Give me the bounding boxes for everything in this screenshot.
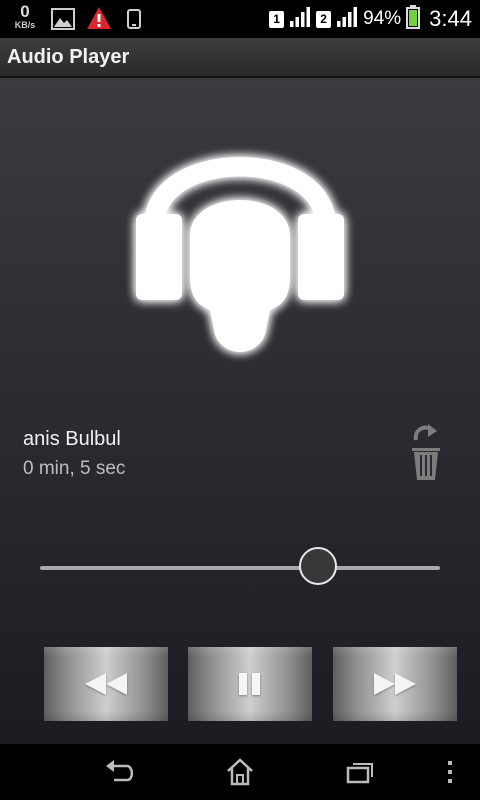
action-bar: Audio Player — [0, 38, 480, 78]
delete-track-button[interactable] — [404, 422, 448, 484]
rewind-icon — [85, 673, 127, 695]
battery-icon — [406, 4, 421, 34]
fast-forward-button[interactable] — [333, 647, 457, 721]
sim2-badge: 2 — [316, 10, 332, 28]
signal-icon — [289, 6, 311, 32]
network-speed-unit: KB/s — [14, 20, 36, 30]
recent-apps-icon — [346, 763, 373, 784]
back-button[interactable] — [102, 756, 138, 788]
image-notification-icon — [51, 8, 75, 35]
more-vertical-icon — [448, 761, 452, 783]
player-panel: anis Bulbul 0 min, 5 sec — [0, 78, 480, 744]
signal-icon — [336, 6, 358, 32]
network-speed-value: 0 — [20, 2, 30, 21]
warning-icon — [86, 6, 112, 35]
rewind-button[interactable] — [44, 647, 168, 721]
seek-bar[interactable] — [40, 547, 440, 588]
track-title: anis Bulbul — [23, 428, 121, 450]
back-icon — [106, 760, 134, 782]
battery-percent: 94% — [363, 8, 402, 29]
pause-icon — [239, 673, 260, 695]
home-icon — [227, 758, 253, 786]
seek-track[interactable] — [40, 566, 440, 570]
seek-thumb[interactable] — [299, 547, 337, 585]
recent-apps-button[interactable] — [342, 756, 378, 788]
navigation-bar — [0, 744, 480, 800]
pause-button[interactable] — [188, 647, 312, 721]
fast-forward-icon — [374, 673, 416, 695]
status-bar: 0 KB/s 1 2 94% 3:44 — [0, 0, 480, 38]
clock: 3:44 — [429, 6, 472, 31]
status-right-group: 1 2 94% 3:44 — [269, 0, 472, 38]
home-button[interactable] — [222, 756, 258, 788]
phone-icon — [127, 9, 141, 34]
app-title: Audio Player — [7, 46, 130, 68]
track-duration: 0 min, 5 sec — [23, 458, 126, 479]
sim1-badge: 1 — [269, 10, 285, 28]
overflow-menu-button[interactable] — [432, 756, 468, 788]
network-speed-indicator: 0 KB/s — [8, 3, 42, 30]
trash-icon — [412, 424, 440, 480]
headphones-skull-icon — [136, 157, 344, 352]
